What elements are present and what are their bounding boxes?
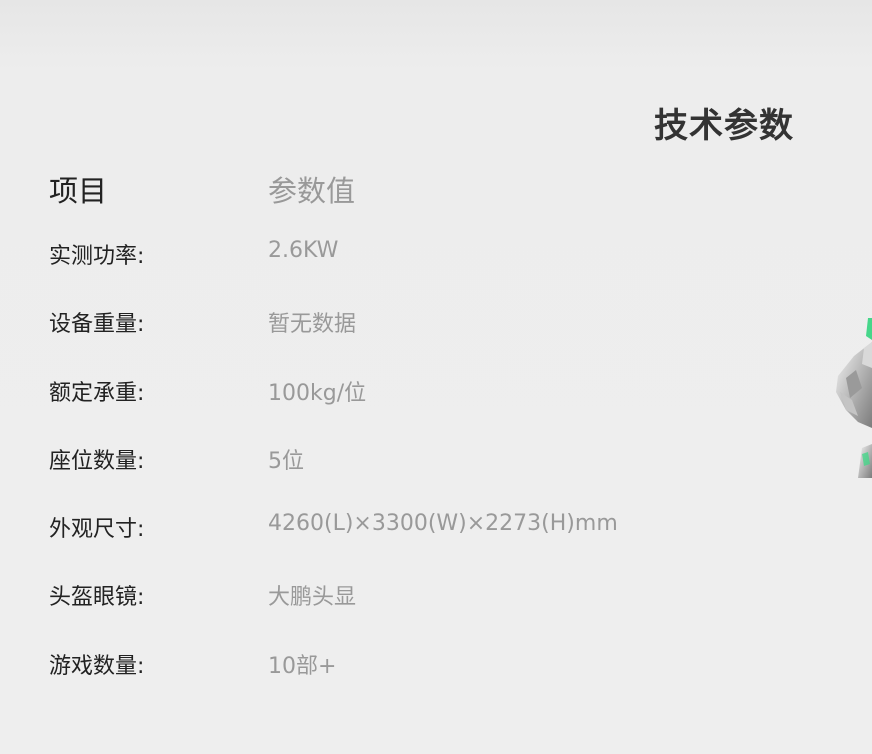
header-value-label: 参数值	[268, 174, 356, 208]
spec-key: 头盔眼镜:	[49, 585, 145, 611]
spec-row-weight: 设备重量: 暂无数据	[49, 306, 649, 374]
spec-key: 游戏数量:	[49, 653, 145, 679]
spec-row-headset: 头盔眼镜: 大鹏头显	[49, 579, 649, 647]
spec-value: 2.6KW	[268, 238, 339, 263]
spec-value: 4260(L)×3300(W)×2273(H)mm	[268, 511, 618, 537]
spec-key: 外观尺寸:	[49, 517, 145, 543]
spec-row-power: 实测功率: 2.6KW	[49, 238, 649, 306]
spec-row-load: 额定承重: 100kg/位	[49, 375, 649, 443]
spec-rows: 实测功率: 2.6KW 设备重量: 暂无数据 额定承重: 100kg/位 座位数…	[49, 238, 649, 716]
spec-value: 10部+	[268, 653, 337, 679]
spec-key: 额定承重:	[49, 380, 145, 406]
spec-key: 实测功率:	[49, 244, 145, 269]
spec-row-seats: 座位数量: 5位	[49, 443, 649, 511]
spec-key: 设备重量:	[49, 312, 145, 338]
spec-row-dimensions: 外观尺寸: 4260(L)×3300(W)×2273(H)mm	[49, 511, 649, 579]
product-machine-icon	[836, 318, 872, 478]
spec-key: 座位数量:	[49, 448, 145, 474]
table-header-row: 项目 参数值	[49, 168, 649, 212]
spec-value: 5位	[268, 448, 304, 474]
section-title: 技术参数	[654, 106, 794, 146]
spec-value: 暂无数据	[268, 312, 357, 338]
product-image-fragment	[832, 318, 872, 478]
spec-row-games: 游戏数量: 10部+	[49, 648, 649, 716]
spec-value: 100kg/位	[268, 380, 367, 406]
spec-value: 大鹏头显	[268, 585, 357, 611]
header-item-label: 项目	[49, 174, 108, 208]
tech-specs-table: 项目 参数值 实测功率: 2.6KW 设备重量: 暂无数据 额定承重: 100k…	[49, 168, 649, 679]
